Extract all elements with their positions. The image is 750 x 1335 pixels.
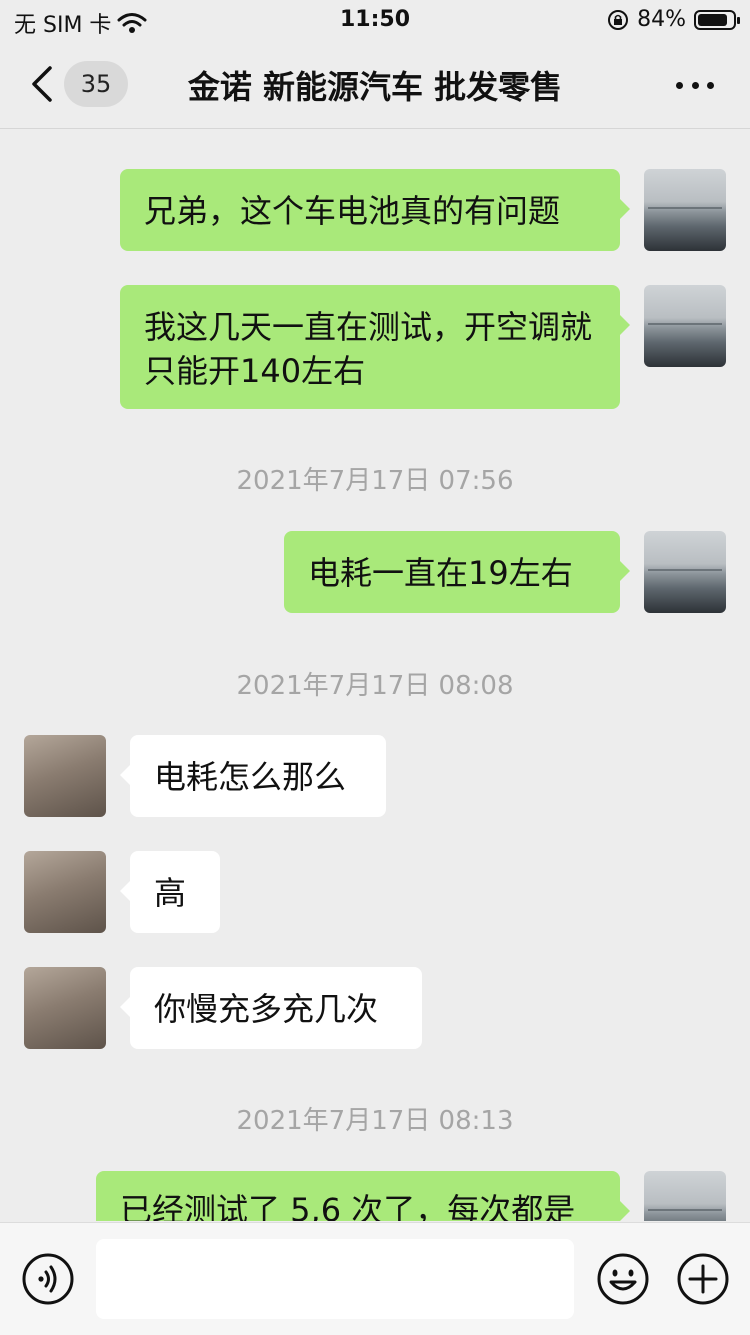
timestamp: 2021年7月17日 08:08 <box>236 671 514 701</box>
self-avatar[interactable] <box>644 1171 726 1221</box>
orientation-lock-icon <box>608 9 629 30</box>
self-avatar[interactable] <box>644 285 726 367</box>
input-bar <box>0 1222 750 1335</box>
contact-avatar[interactable] <box>24 851 106 933</box>
sent-message-bubble[interactable]: 已经测试了 5,6 次了，每次都是 <box>96 1171 630 1221</box>
sent-message-bubble[interactable]: 我这几天一直在测试，开空调就只能开140左右 <box>120 285 630 409</box>
chevron-left-icon[interactable] <box>26 64 60 104</box>
more-icon[interactable] <box>676 80 714 90</box>
received-message-bubble[interactable]: 电耗怎么那么 <box>120 735 386 817</box>
received-message-bubble[interactable]: 高 <box>120 851 220 933</box>
message-list[interactable]: 兄弟，这个车电池真的有问题 我这几天一直在测试，开空调就只能开140左右 202… <box>0 129 750 1221</box>
self-avatar[interactable] <box>644 531 726 613</box>
status-right: 84% <box>607 7 740 32</box>
battery-fill <box>698 13 727 26</box>
sent-message-bubble[interactable]: 电耗一直在19左右 <box>284 531 630 613</box>
unread-count-badge[interactable]: 35 <box>64 61 128 107</box>
timestamp: 2021年7月17日 08:13 <box>236 1106 514 1136</box>
voice-icon[interactable] <box>22 1253 74 1305</box>
status-bar: 无 SIM 卡 11:50 84% <box>0 0 750 40</box>
emoji-icon[interactable] <box>596 1252 650 1306</box>
chat-header: 35 金诺 新能源汽车 批发零售 <box>0 40 750 129</box>
message-input[interactable] <box>96 1239 574 1319</box>
battery-percent: 84% <box>637 7 686 32</box>
plus-icon[interactable] <box>676 1252 730 1306</box>
sent-message-bubble[interactable]: 兄弟，这个车电池真的有问题 <box>120 169 630 251</box>
chat-title: 金诺 新能源汽车 批发零售 <box>187 68 563 106</box>
battery-icon <box>694 9 740 30</box>
received-message-bubble[interactable]: 你慢充多充几次 <box>120 967 422 1049</box>
contact-avatar[interactable] <box>24 967 106 1049</box>
self-avatar[interactable] <box>644 169 726 251</box>
timestamp: 2021年7月17日 07:56 <box>236 466 514 496</box>
contact-avatar[interactable] <box>24 735 106 817</box>
